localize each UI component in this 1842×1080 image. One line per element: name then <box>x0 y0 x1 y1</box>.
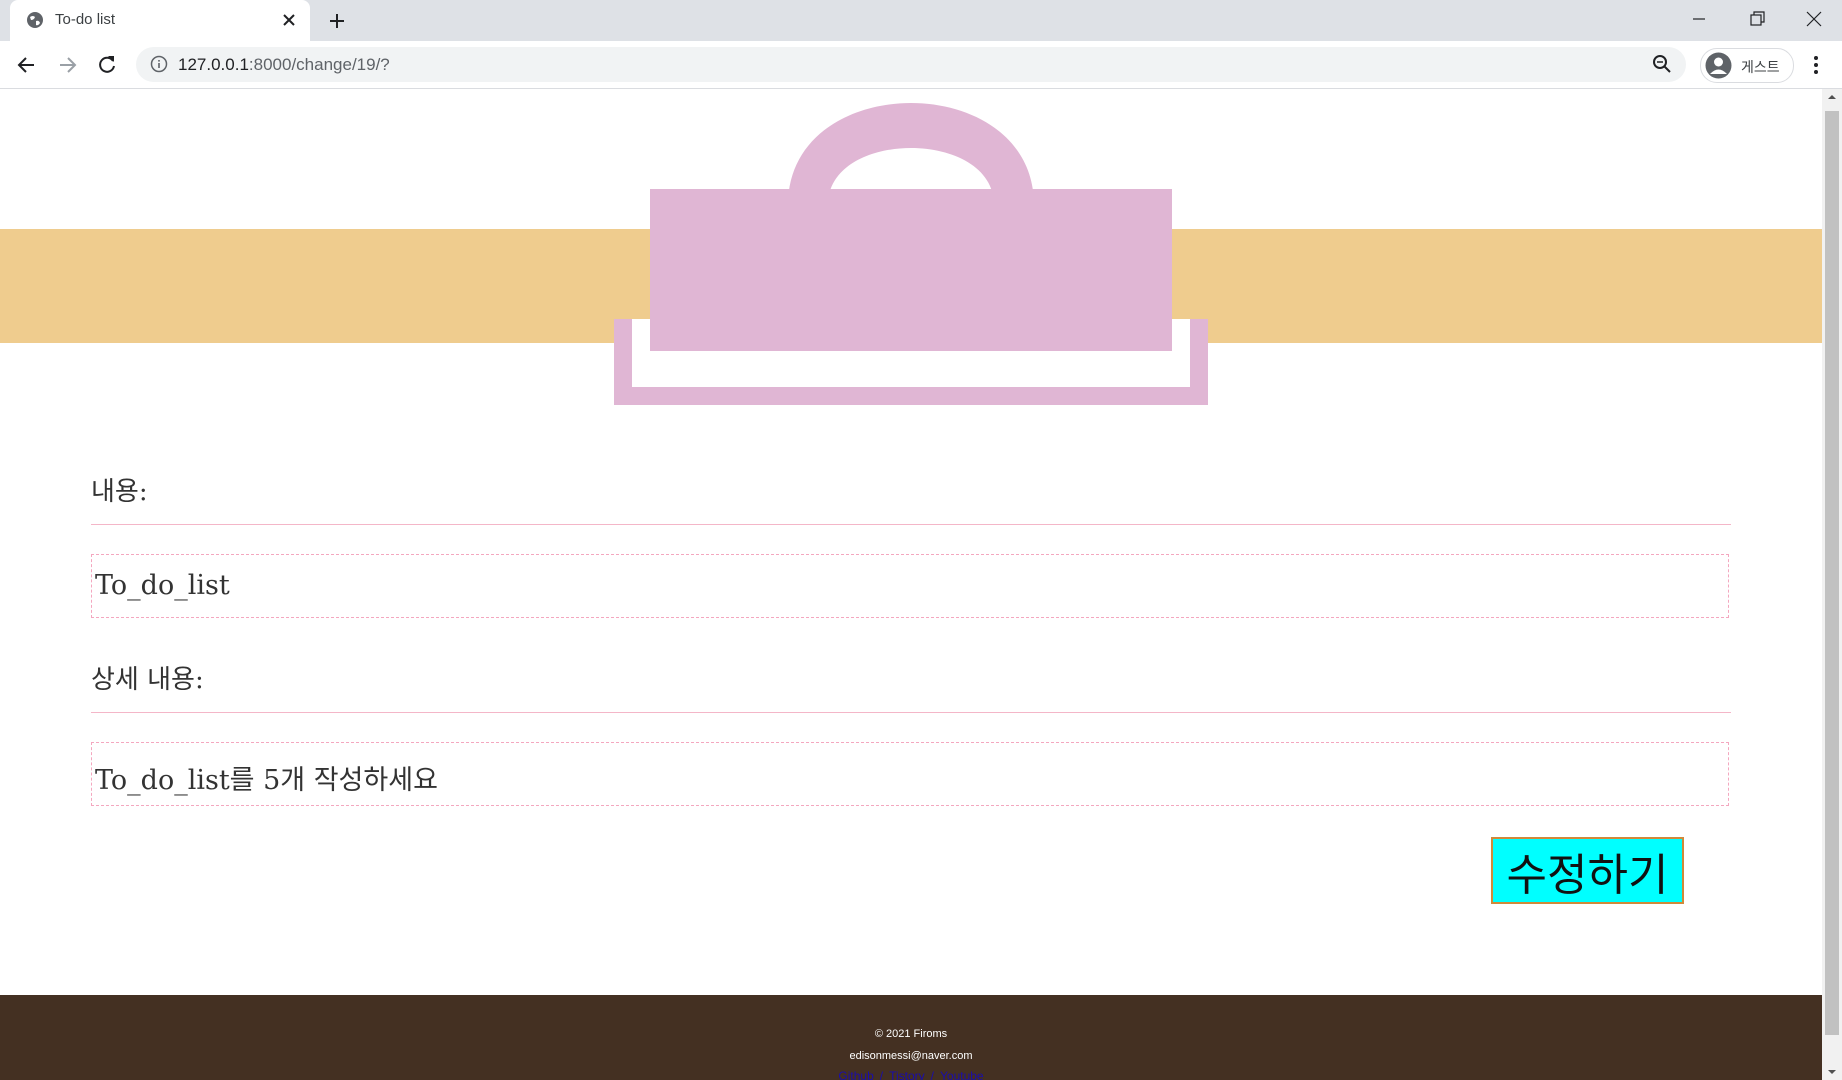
zoom-icon[interactable] <box>1652 54 1672 74</box>
profile-label: 게스트 <box>1741 59 1780 75</box>
url-path: :8000/change/19/? <box>248 55 390 74</box>
page-viewport: 내용: To_do_list 상세 내용: To_do_list를 5개 작성하… <box>0 89 1822 1080</box>
window-close-icon[interactable] <box>1803 8 1825 30</box>
detail-value: To_do_list를 5개 작성하세요 <box>95 765 438 796</box>
globe-icon <box>27 12 43 28</box>
clipboard-icon <box>614 103 1208 405</box>
footer: © 2021 Firoms edisonmessi@naver.com Gith… <box>0 995 1822 1080</box>
footer-link-youtube[interactable]: Youtube <box>940 1069 984 1080</box>
page-scrollbar[interactable] <box>1822 89 1842 1080</box>
content-label: 내용: <box>91 477 148 507</box>
back-icon[interactable] <box>14 52 40 78</box>
address-bar[interactable]: 127.0.0.1:8000/change/19/? <box>136 47 1686 82</box>
footer-link-github[interactable]: Github <box>838 1069 873 1080</box>
url-host: 127.0.0.1 <box>178 55 249 74</box>
avatar-icon <box>1705 52 1732 79</box>
footer-separator: / <box>930 1069 934 1080</box>
footer-copyright: © 2021 Firoms <box>874 1028 948 1040</box>
scroll-thumb[interactable] <box>1825 111 1839 1035</box>
minimize-icon[interactable] <box>1688 8 1710 30</box>
restore-icon[interactable] <box>1746 8 1768 30</box>
kebab-menu-icon[interactable] <box>1806 54 1826 76</box>
forward-icon[interactable] <box>54 52 80 78</box>
detail-divider <box>91 712 1731 713</box>
tab-title: To-do list <box>55 11 116 28</box>
submit-button[interactable]: 수정하기 <box>1491 837 1684 904</box>
content-field[interactable]: To_do_list <box>91 554 1729 618</box>
footer-links: Github / Tistory / Youtube <box>0 1069 1822 1080</box>
reload-icon[interactable] <box>94 52 120 78</box>
scroll-down-arrow-icon[interactable] <box>1822 1064 1842 1080</box>
content-value: To_do_list <box>95 570 230 601</box>
tab-strip: To-do list <box>0 0 1842 41</box>
detail-field[interactable]: To_do_list를 5개 작성하세요 <box>91 742 1729 806</box>
detail-label: 상세 내용: <box>91 665 204 695</box>
footer-separator: / <box>879 1069 884 1080</box>
footer-email: edisonmessi@naver.com <box>849 1050 973 1062</box>
close-icon[interactable] <box>280 11 298 29</box>
plus-icon[interactable] <box>326 10 348 32</box>
browser-toolbar: 127.0.0.1:8000/change/19/? 게스트 <box>0 41 1842 89</box>
url-text: 127.0.0.1:8000/change/19/? <box>178 55 390 75</box>
footer-link-tistory[interactable]: Tistory <box>889 1069 925 1080</box>
info-icon[interactable] <box>150 55 168 73</box>
browser-tab[interactable]: To-do list <box>10 0 310 41</box>
content-divider <box>91 524 1731 525</box>
profile-button[interactable]: 게스트 <box>1700 48 1794 83</box>
scroll-up-arrow-icon[interactable] <box>1822 89 1842 105</box>
